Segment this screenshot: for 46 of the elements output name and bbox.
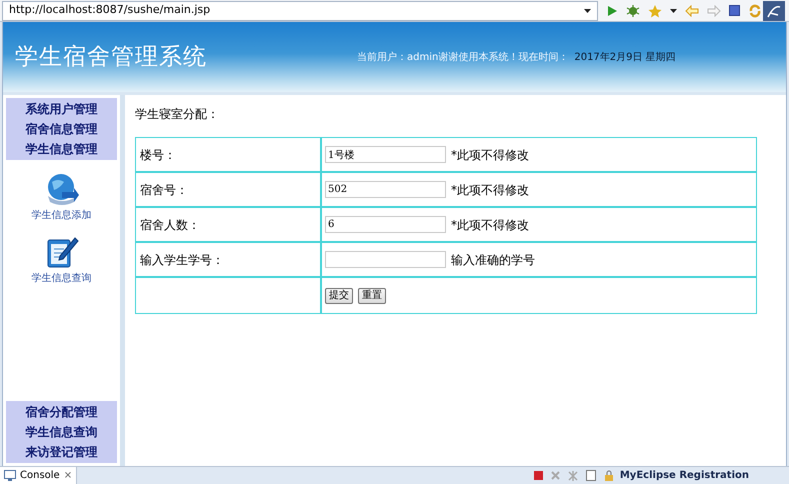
field-label: 宿舍人数： — [140, 216, 200, 234]
field-note: *此项不得修改 — [451, 146, 529, 164]
registration-label: MyEclipse Registration — [620, 469, 749, 483]
field-label: 楼号： — [140, 146, 176, 164]
field-note: 输入准确的学号 — [451, 252, 535, 268]
back-arrow-icon[interactable] — [685, 4, 699, 16]
menu-item[interactable]: 学生信息查询 — [26, 422, 98, 442]
play-icon[interactable] — [606, 4, 618, 16]
lock-icon[interactable] — [604, 470, 614, 481]
field-note: *此项不得修改 — [451, 216, 529, 234]
input-field[interactable] — [325, 251, 446, 268]
document-icon[interactable] — [586, 470, 596, 481]
remove-all-icon[interactable] — [568, 470, 578, 480]
menu-item[interactable]: 学生信息管理 — [26, 139, 98, 159]
console-icon — [4, 470, 16, 481]
field-note: *此项不得修改 — [451, 182, 529, 198]
form-button[interactable]: 提交 — [325, 288, 353, 304]
input-field[interactable]: 502 — [325, 181, 446, 198]
dropdown-icon[interactable] — [670, 8, 677, 14]
form-title: 学生寝室分配： — [135, 106, 219, 123]
star-icon[interactable] — [648, 4, 662, 18]
stop-icon[interactable] — [534, 471, 543, 480]
close-icon[interactable]: × — [64, 468, 72, 483]
bug-icon[interactable] — [626, 4, 640, 18]
field-label: 宿舍号： — [140, 182, 188, 198]
url-field[interactable]: http://localhost:8087/sushe/main.jsp — [2, 0, 598, 20]
app-title: 学生宿舍管理系统 — [15, 42, 207, 72]
console-tab[interactable]: Console × — [0, 466, 78, 484]
menu-item[interactable]: 宿舍分配管理 — [26, 402, 98, 422]
menu-item[interactable]: 系统用户管理 — [26, 99, 98, 119]
input-field[interactable]: 6 — [325, 216, 446, 233]
menu-item[interactable]: 宿舍信息管理 — [26, 119, 98, 139]
dropdown-icon[interactable] — [584, 8, 591, 14]
tab-label: Console — [20, 469, 60, 483]
menu-item[interactable]: 来访登记管理 — [26, 442, 98, 462]
user-info: 当前用户：admin谢谢使用本系统！现在时间： — [357, 50, 568, 64]
input-field[interactable]: 1号楼 — [325, 146, 446, 163]
current-date: 2017年2月9日 星期四 — [574, 50, 676, 64]
field-label: 输入学生学号： — [140, 252, 224, 268]
form-button[interactable]: 重置 — [358, 288, 386, 304]
notepad-pencil-icon[interactable] — [44, 235, 78, 269]
refresh-icon[interactable] — [748, 4, 762, 18]
shortcut-label[interactable]: 学生信息查询 — [32, 271, 92, 286]
stop-icon[interactable] — [729, 5, 740, 16]
remove-icon[interactable] — [550, 471, 560, 480]
shortcut-label[interactable]: 学生信息添加 — [32, 208, 92, 223]
